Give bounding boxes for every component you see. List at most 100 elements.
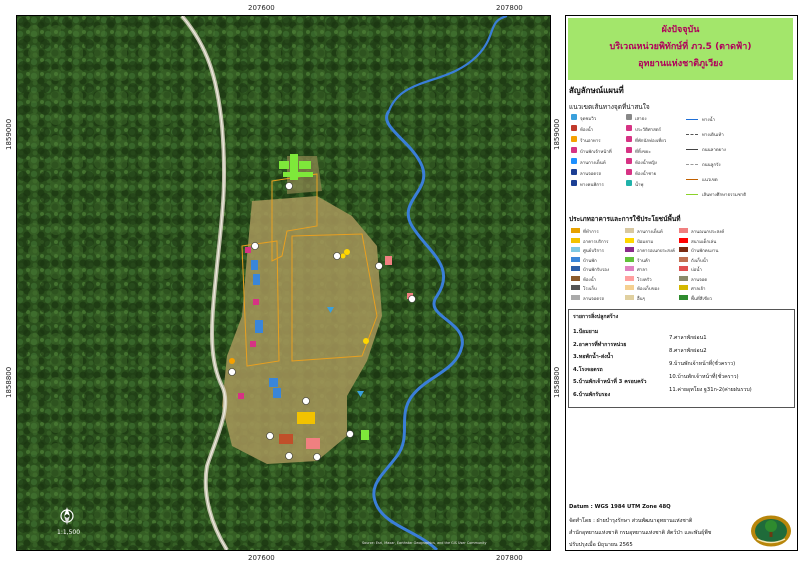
sym-label: ร้านอาหาร xyxy=(580,139,601,144)
building-list-item: 6.บ้านพักรับรอง xyxy=(573,391,611,398)
landuse-label: ห้องเก็บของ xyxy=(637,287,660,292)
sym-viewpoint-icon xyxy=(571,114,577,120)
building-list-item: 8.ศาลาพักผ่อน2 xyxy=(669,348,707,354)
line-label: ทางน้ำ xyxy=(702,118,715,123)
landuse-label: ถังเก็บน้ำ xyxy=(691,258,709,264)
building-list-item: 10.บ้านพักเจ้าหน้าที่(ชั่วคราว) xyxy=(669,374,739,380)
building-list: รายการสิ่งปลูกสร้าง 1.ป้อมยาม 2.อาคารที่ท… xyxy=(568,309,795,408)
landuse-label: อาคารอเนกประสงค์ xyxy=(637,249,675,254)
org-text: สำนักอุทยานแห่งชาติ กรมอุทยานแห่งชาติ สั… xyxy=(569,530,712,536)
datum-text: Datum : WGS 1984 UTM Zone 48Q xyxy=(569,504,671,510)
grid-y-left-1: 1859000 xyxy=(5,118,13,150)
line-nature-trail xyxy=(686,194,698,195)
landuse-swatch xyxy=(625,256,634,262)
landuse-label: ที่ทำการ xyxy=(583,230,599,235)
landuse-swatch xyxy=(625,228,634,233)
building-list-item: 7.ศาลาพักผ่อน1 xyxy=(669,335,707,341)
grid-x-bottom-2: 207800 xyxy=(496,554,523,562)
landuse-swatch xyxy=(679,294,688,300)
landuse-label: ศาลา xyxy=(637,268,648,273)
landuse-swatch xyxy=(625,237,634,243)
building-list-item: 3.หอพักน้ำ-ส่งน้ำ xyxy=(573,354,614,360)
building-guest-house[interactable] xyxy=(306,438,320,449)
map-frame[interactable]: 1:1,500 Source: Esri, Maxar, Earthstar G… xyxy=(16,15,551,551)
building-garage[interactable] xyxy=(297,412,315,424)
landuse-label: ลานจอด xyxy=(691,277,708,283)
grid-x-top-2: 207800 xyxy=(496,4,523,12)
landuse-swatch xyxy=(625,285,634,290)
building-list-item: 4.โรงจอดรถ xyxy=(573,366,603,373)
sym-trash-icon xyxy=(626,147,632,153)
landuse-label: ลานกางเต็นท์ xyxy=(637,230,663,235)
landuse-label: สนามเด็กเล่น xyxy=(691,239,717,245)
landuse-swatch xyxy=(571,266,580,271)
line-laterite xyxy=(686,164,698,165)
sym-label: ทางคนพิการ xyxy=(580,183,604,188)
sym-label: บ้านพักเจ้าหน้าที่ xyxy=(580,150,612,155)
landuse-swatch xyxy=(679,256,688,262)
landuse-swatch xyxy=(679,266,688,271)
landuse-swatch xyxy=(679,247,688,252)
building-list-item: 9.บ้านพักเจ้าหน้าที่(ชั่วคราว) xyxy=(669,361,736,367)
line-label: ทางเดินเท้า xyxy=(702,133,724,138)
building-list-heading: รายการสิ่งปลูกสร้าง xyxy=(573,314,619,320)
sym-label: ห้องน้ำหญิง xyxy=(635,161,657,166)
landuse-label: ป้อมยาม xyxy=(637,239,654,245)
landuse-swatch xyxy=(679,285,688,290)
legend-heading: สัญลักษณ์แผนที่ xyxy=(569,86,624,95)
sym-restaurant-icon xyxy=(571,136,577,142)
landuse-label: ลานจอดรถ xyxy=(583,296,605,302)
sym-flagpole-icon xyxy=(626,114,632,120)
landuse-swatch xyxy=(571,285,580,290)
landuse-label: บ่อน้ำ xyxy=(691,268,702,273)
sym-camping-icon xyxy=(571,158,577,164)
sym-lodging-icon xyxy=(626,136,632,142)
sym-staff-house-icon xyxy=(571,147,577,153)
building-pavilion[interactable] xyxy=(385,256,392,265)
landuse-swatch xyxy=(625,247,634,252)
made-by-text: จัดทำโดย : ฝ่ายบำรุงรักษา ส่วนพัฒนาอุทยา… xyxy=(569,518,693,524)
title-line-2: บริเวณหน่วยพิทักษ์ที่ ภว.5 (ตาดฟ้า) xyxy=(609,42,752,52)
legend-subheading: แนวเขตเส้นทางจุดที่น่าสนใจ xyxy=(569,103,650,111)
landuse-heading: ประเภทอาคารและการใช้ประโยชน์พื้นที่ xyxy=(569,215,681,223)
building-list-item: 2.อาคารที่ทำการหน่วย xyxy=(573,341,627,348)
landuse-swatch xyxy=(625,266,634,271)
landuse-label: บ้านพักคนงาน xyxy=(691,249,719,254)
sym-men-toilet-icon xyxy=(626,169,632,175)
landuse-swatch xyxy=(571,256,580,262)
landuse-label: อาคารบริการ xyxy=(583,239,609,245)
landuse-swatch xyxy=(625,275,634,281)
building-kitchen[interactable] xyxy=(279,434,293,444)
grid-y-left-2: 1858800 xyxy=(5,366,13,398)
title-block: ผังปัจจุบัน บริเวณหน่วยพิทักษ์ที่ ภว.5 (… xyxy=(568,18,793,80)
grid-x-top-1: 207600 xyxy=(248,4,275,12)
landuse-label: ศาลเจ้า xyxy=(691,287,706,292)
landuse-label: ห้องน้ำ xyxy=(583,277,597,283)
line-waterway xyxy=(686,119,698,120)
landuse-label: โรงครัว xyxy=(637,277,652,283)
sym-label: ที่พักนักท่องเที่ยว xyxy=(635,139,667,144)
line-label: แนวเขต xyxy=(702,178,718,183)
title-line-1: ผังปัจจุบัน xyxy=(661,25,700,35)
map-attribution: Source: Esri, Maxar, Earthstar Geographi… xyxy=(362,541,487,545)
sym-label: ลานกางเต็นท์ xyxy=(580,161,606,166)
satellite-map[interactable] xyxy=(17,16,550,550)
line-label: ถนนลูกรัง xyxy=(702,163,721,168)
landuse-swatch xyxy=(571,237,580,243)
landuse-label: โรงเก็บ xyxy=(583,287,597,292)
sym-women-toilet-icon xyxy=(626,158,632,164)
landuse-swatch xyxy=(571,247,580,252)
landuse-label: บ้านพัก xyxy=(583,258,597,264)
sym-label: ประวัติศาสตร์ xyxy=(635,128,661,133)
grid-y-right-1: 1859000 xyxy=(553,118,561,150)
sym-label: น้ำพุ xyxy=(635,183,644,188)
building-list-item: 1.ป้อมยาม xyxy=(573,329,599,335)
legend-panel: ผังปัจจุบัน บริเวณหน่วยพิทักษ์ที่ ภว.5 (… xyxy=(565,15,798,551)
line-label: ถนนลาดยาง xyxy=(702,148,726,153)
landuse-label: พื้นที่สีเขียว xyxy=(691,296,713,302)
sym-label: ลานจอดรถ xyxy=(580,172,602,177)
landuse-swatch xyxy=(679,275,688,281)
landuse-label: ศูนย์บริการ xyxy=(583,249,604,254)
sym-label: จุดชมวิว xyxy=(580,117,597,122)
scale-label: 1:1,500 xyxy=(57,529,81,536)
